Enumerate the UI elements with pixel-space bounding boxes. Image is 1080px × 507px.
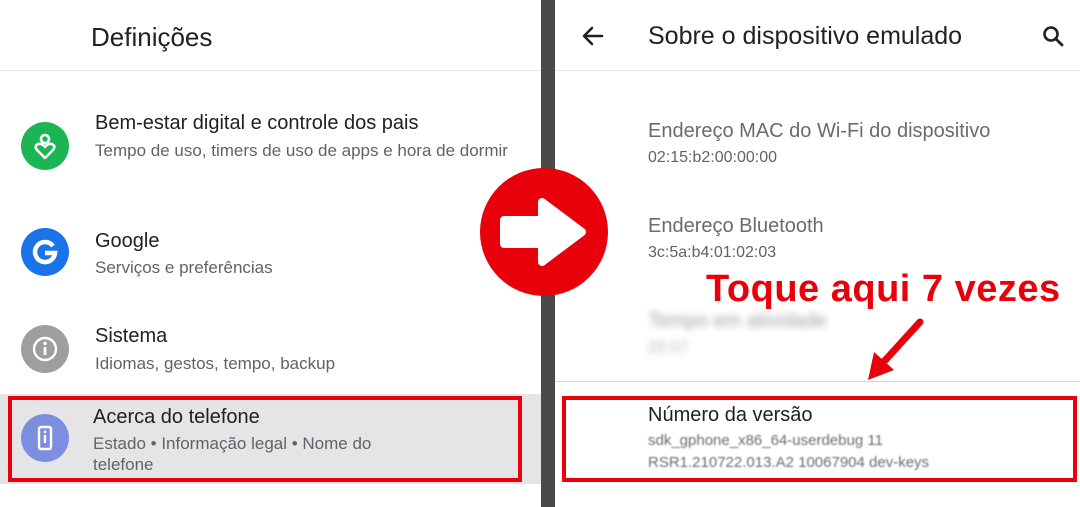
info-item-value: 22:17 — [648, 339, 689, 356]
heart-person-icon — [21, 122, 69, 170]
google-g-icon — [21, 228, 69, 276]
settings-item-system[interactable]: Sistema Idiomas, gestos, tempo, backup — [0, 305, 541, 390]
info-item-title: Endereço Bluetooth — [648, 215, 824, 237]
info-item-title: Tempo em atividade — [648, 310, 827, 332]
info-item-uptime-blurred[interactable]: Tempo em atividade 22:17 — [648, 310, 827, 357]
info-icon — [21, 325, 69, 373]
settings-header: Definições — [0, 0, 541, 71]
search-icon[interactable] — [1035, 18, 1071, 54]
highlight-box-about-phone — [8, 396, 522, 482]
settings-item-google[interactable]: Google Serviços e preferências — [0, 210, 541, 300]
highlight-box-build-number — [562, 396, 1077, 482]
settings-item-subtitle: Idiomas, gestos, tempo, backup — [95, 354, 336, 373]
settings-item-digital-wellbeing[interactable]: Bem-estar digital e controle dos pais Te… — [0, 100, 541, 200]
page-title: Definições — [91, 22, 213, 52]
info-item-bluetooth[interactable]: Endereço Bluetooth 3c:5a:b4:01:02:03 — [648, 215, 824, 262]
settings-item-subtitle: Serviços e preferências — [95, 258, 273, 277]
settings-item-title: Google — [95, 230, 160, 252]
settings-item-subtitle: Tempo de uso, timers de uso de apps e ho… — [95, 141, 508, 160]
about-header: Sobre o dispositivo emulado — [555, 0, 1080, 71]
settings-item-title: Bem-estar digital e controle dos pais — [95, 112, 419, 134]
page-title: Sobre o dispositivo emulado — [648, 22, 963, 50]
back-arrow-icon[interactable] — [573, 18, 613, 54]
pointer-arrow-icon — [868, 318, 924, 380]
info-item-value: 02:15:b2:00:00:00 — [648, 149, 778, 166]
info-item-value: 3c:5a:b4:01:02:03 — [648, 244, 777, 261]
section-divider — [555, 381, 1080, 382]
info-item-wifi-mac[interactable]: Endereço MAC do Wi-Fi do dispositivo 02:… — [648, 120, 990, 167]
tap-seven-times-annotation: Toque aqui 7 vezes — [706, 268, 1061, 310]
next-step-arrow-icon — [480, 168, 608, 296]
settings-item-title: Sistema — [95, 325, 168, 347]
info-item-title: Endereço MAC do Wi-Fi do dispositivo — [648, 120, 991, 142]
